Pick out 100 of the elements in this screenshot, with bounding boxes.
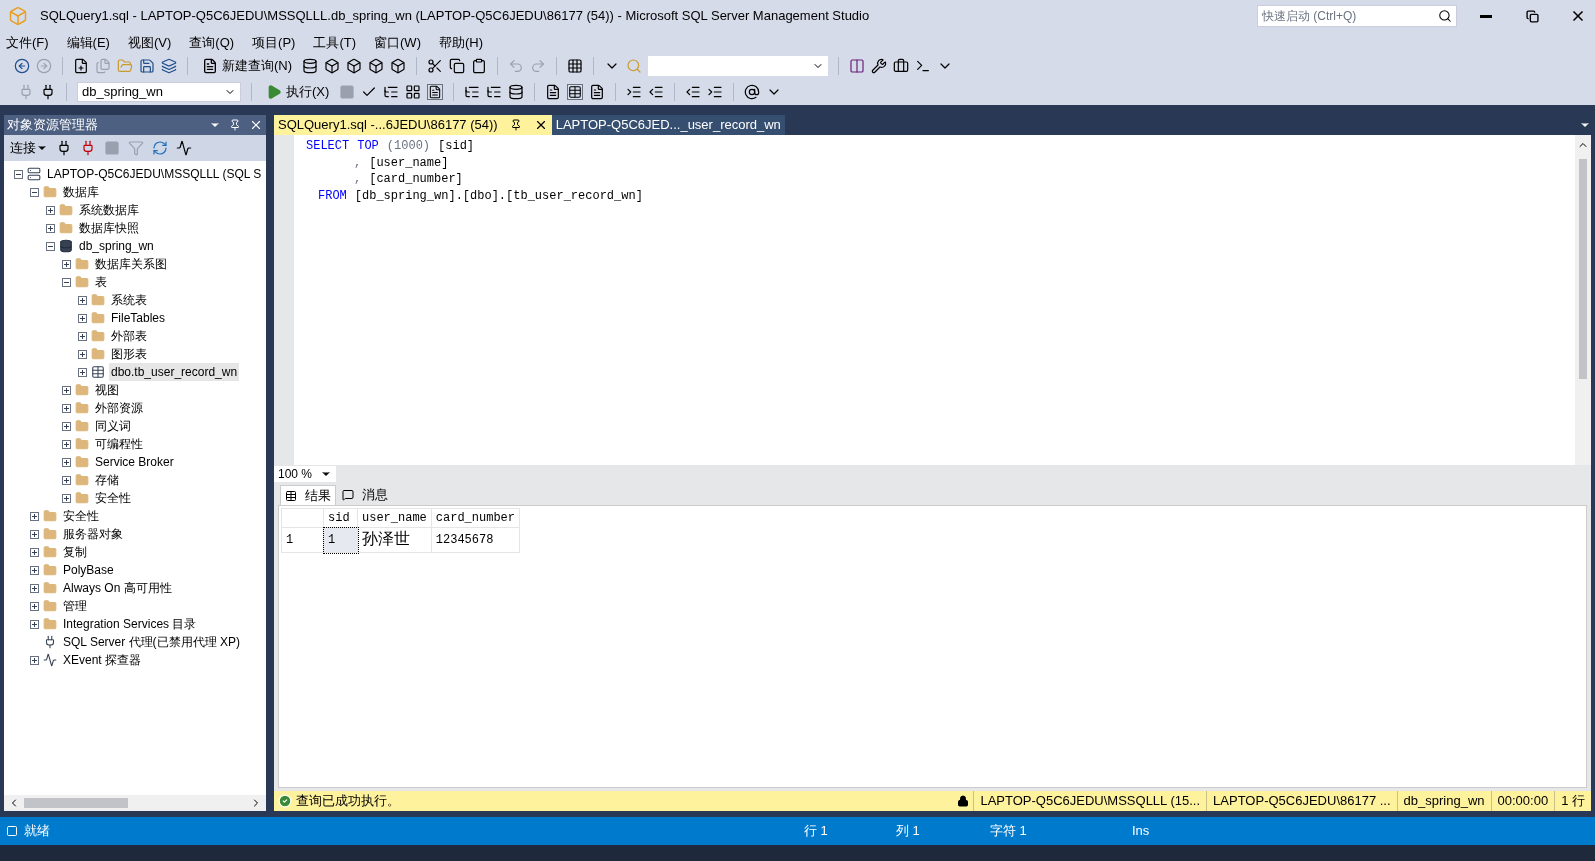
document-tab[interactable]: SQLQuery1.sql -...6JEDU\86177 (54))	[274, 115, 552, 135]
quick-launch-field[interactable]: 快速启动 (Ctrl+Q)	[1258, 6, 1438, 26]
menu-item[interactable]: 工具(T)	[313, 32, 357, 53]
tree-item[interactable]: XEvent 探查器	[61, 651, 144, 669]
refresh-icon[interactable]	[152, 140, 168, 156]
tree-item[interactable]: 数据库快照	[77, 219, 141, 237]
tree-item[interactable]: 安全性	[61, 507, 101, 525]
horizontal-scrollbar[interactable]	[4, 795, 266, 811]
expand-icon[interactable]	[62, 475, 71, 485]
menu-item[interactable]: 视图(V)	[127, 32, 172, 53]
tree-item[interactable]: LAPTOP-Q5C6JEDU\MSSQLLL (SQL S	[45, 165, 264, 183]
new-project-icon[interactable]	[73, 58, 89, 74]
expand-icon[interactable]	[62, 439, 71, 449]
zoom-dropdown[interactable]: 100 %	[274, 466, 336, 482]
decrease-indent-icon[interactable]	[685, 84, 702, 100]
activity-icon[interactable]	[176, 140, 192, 156]
paste-icon[interactable]	[471, 58, 488, 74]
terminal-icon[interactable]	[915, 58, 932, 74]
quick-launch-box[interactable]: 快速启动 (Ctrl+Q)	[1257, 5, 1457, 27]
vertical-scrollbar[interactable]	[1575, 135, 1591, 465]
expand-icon[interactable]	[62, 493, 71, 503]
tree-item[interactable]: 服务器对象	[61, 525, 125, 543]
menu-item[interactable]: 窗口(W)	[374, 32, 421, 53]
collapse-icon[interactable]	[30, 187, 39, 197]
expand-icon[interactable]	[62, 403, 71, 413]
change-connection-icon[interactable]	[40, 84, 56, 100]
tree-item[interactable]: Integration Services 目录	[61, 615, 199, 633]
expand-icon[interactable]	[30, 601, 39, 611]
tree-item[interactable]: 管理	[61, 597, 89, 615]
menu-item[interactable]: 帮助(H)	[438, 32, 483, 53]
expand-icon[interactable]	[30, 655, 39, 665]
new-query-button[interactable]: 新建查询(N)	[198, 56, 297, 76]
tree-item[interactable]: 数据库关系图	[93, 255, 169, 273]
execute-button[interactable]: 执行(X)	[262, 82, 334, 102]
menu-item[interactable]: 项目(P)	[252, 32, 296, 53]
expand-icon[interactable]	[62, 421, 71, 431]
tree-item[interactable]: 外部资源	[93, 399, 145, 417]
expand-icon[interactable]	[78, 331, 87, 341]
specify-values-icon[interactable]	[744, 84, 761, 100]
column-header[interactable]: card_number	[431, 508, 520, 528]
pin-icon[interactable]	[229, 119, 241, 131]
tree-item[interactable]: 系统数据库	[77, 201, 141, 219]
expand-icon[interactable]	[30, 529, 39, 539]
save-icon[interactable]	[139, 58, 155, 74]
find-field[interactable]	[648, 56, 829, 76]
tree-item[interactable]: 表	[93, 273, 109, 291]
copy-icon[interactable]	[449, 58, 466, 74]
close-icon[interactable]	[249, 118, 263, 132]
collapse-icon[interactable]	[62, 277, 71, 287]
properties-icon[interactable]	[871, 58, 888, 74]
disconnect-icon[interactable]	[80, 140, 96, 156]
server-icon[interactable]	[27, 167, 41, 181]
tree-item[interactable]: FileTables	[109, 309, 168, 327]
result-tab[interactable]: 结果	[280, 485, 336, 505]
table-cell[interactable]: 1	[323, 527, 358, 553]
menu-item[interactable]: 查询(Q)	[189, 32, 235, 53]
database-dropdown[interactable]: db_spring_wn	[77, 82, 241, 102]
expand-icon[interactable]	[30, 511, 39, 521]
toolbox-icon[interactable]	[893, 58, 910, 74]
increase-indent-icon[interactable]	[707, 84, 724, 100]
tree-item[interactable]: db_spring_wn	[77, 237, 156, 255]
tree-item[interactable]: dbo.tb_user_record_wn	[109, 363, 240, 381]
tree-item[interactable]: 安全性	[93, 489, 133, 507]
search-icon[interactable]	[1438, 9, 1452, 23]
expand-icon[interactable]	[30, 583, 39, 593]
database-icon[interactable]	[59, 239, 73, 253]
tree-item[interactable]: 数据库	[61, 183, 101, 201]
tree-item[interactable]: 存储	[93, 471, 121, 489]
tree-item[interactable]: 复制	[61, 543, 89, 561]
expand-icon[interactable]	[30, 565, 39, 575]
connect-button[interactable]: 连接	[10, 138, 48, 158]
expand-icon[interactable]	[62, 457, 71, 467]
menu-item[interactable]: 文件(F)	[6, 32, 49, 53]
database-query-icon[interactable]	[302, 58, 319, 74]
pin-icon[interactable]	[509, 119, 522, 131]
expand-icon[interactable]	[30, 619, 39, 629]
collapse-icon[interactable]	[46, 241, 55, 251]
tree-item[interactable]: 外部表	[109, 327, 149, 345]
table-icon[interactable]	[91, 365, 105, 379]
expand-icon[interactable]	[78, 295, 87, 305]
plug-icon[interactable]	[56, 140, 72, 156]
expand-icon[interactable]	[46, 205, 55, 215]
tree-item[interactable]: 图形表	[109, 345, 149, 363]
expand-icon[interactable]	[62, 385, 71, 395]
expand-icon[interactable]	[30, 547, 39, 557]
table-cell[interactable]: 12345678	[431, 527, 520, 553]
expand-icon[interactable]	[46, 223, 55, 233]
cut-icon[interactable]	[427, 58, 444, 74]
column-header[interactable]: user_name	[357, 508, 432, 528]
expand-icon[interactable]	[78, 313, 87, 323]
tree-item[interactable]: Service Broker	[93, 453, 176, 471]
table-cell[interactable]: 孙泽世	[357, 527, 432, 553]
expand-icon[interactable]	[78, 367, 87, 377]
back-icon[interactable]	[14, 58, 30, 74]
expand-icon[interactable]	[78, 349, 87, 359]
menu-item[interactable]: 编辑(E)	[66, 32, 110, 53]
expand-icon[interactable]	[62, 259, 71, 269]
tree-item[interactable]: 同义词	[93, 417, 133, 435]
collapse-icon[interactable]	[14, 169, 23, 179]
tree-item[interactable]: PolyBase	[61, 561, 116, 579]
